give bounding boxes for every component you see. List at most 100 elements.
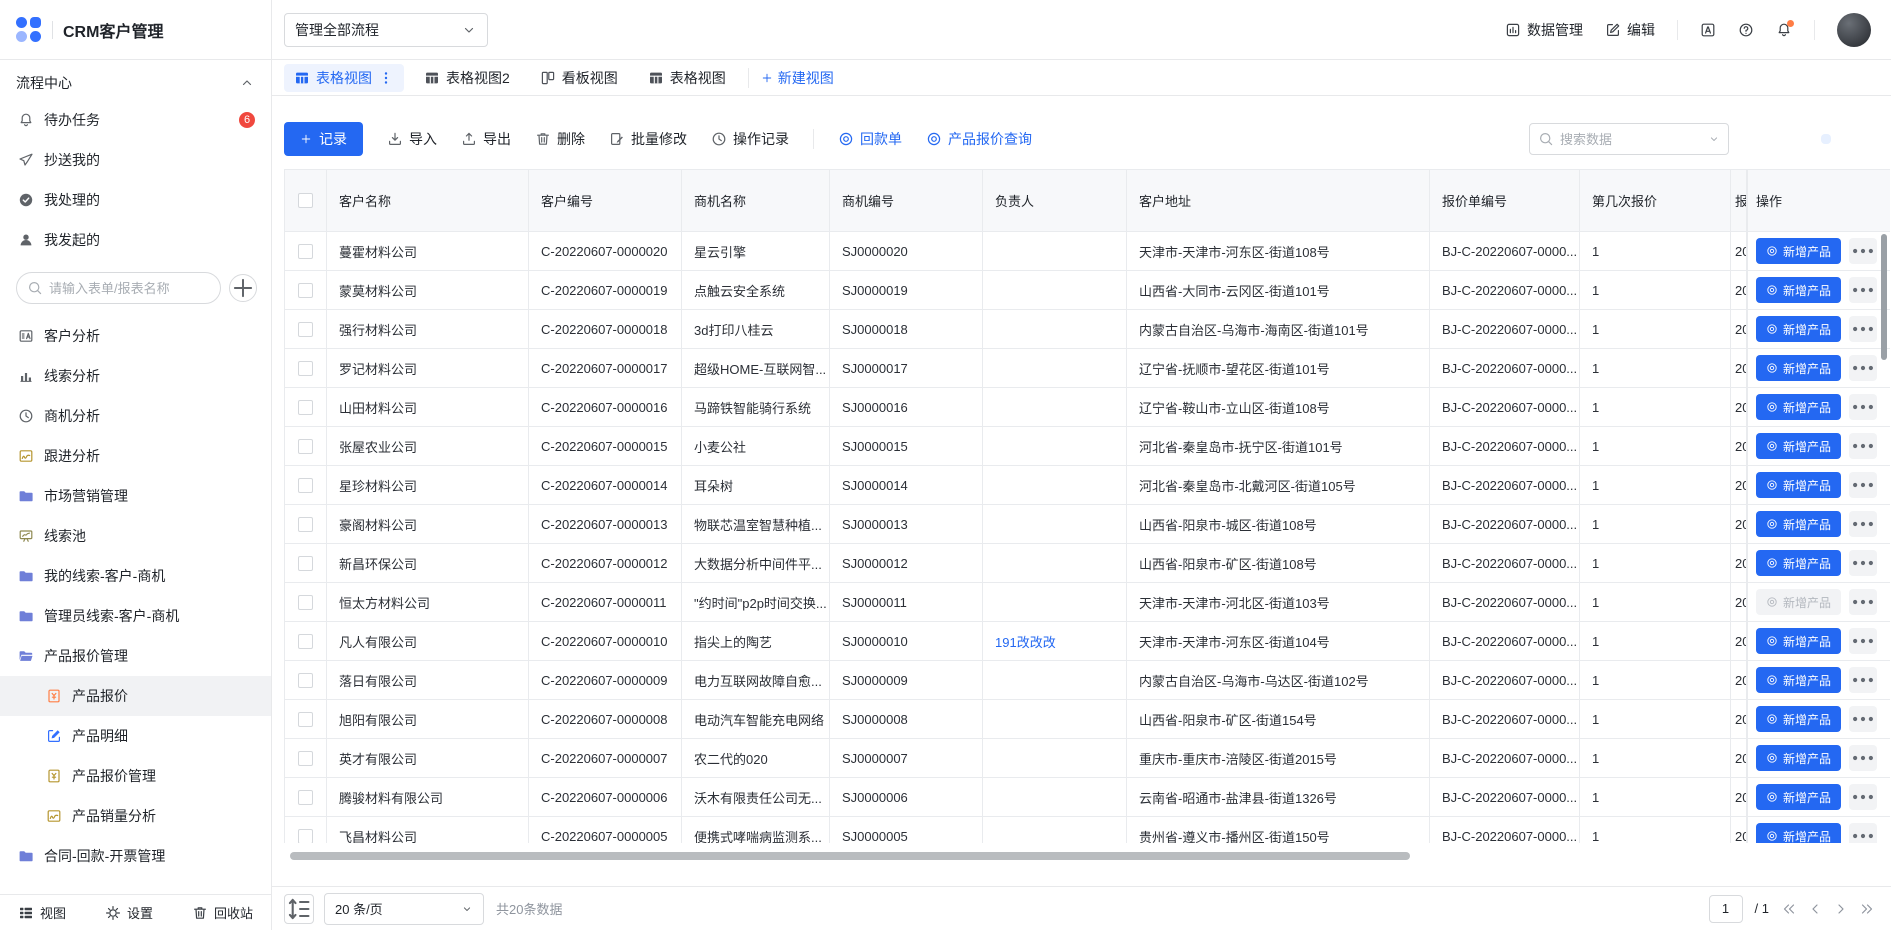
toolbar-upload-button[interactable]: 导出 bbox=[461, 129, 511, 149]
row-checkbox[interactable] bbox=[298, 673, 313, 688]
table-search[interactable] bbox=[1529, 123, 1729, 155]
new-record-button[interactable]: 记录 bbox=[284, 122, 363, 156]
fullscreen-icon[interactable] bbox=[1869, 134, 1879, 144]
toolbar-link-button[interactable]: 产品报价查询 bbox=[926, 129, 1032, 149]
add-product-button[interactable]: 新增产品 bbox=[1756, 511, 1841, 537]
chevron-up-icon[interactable] bbox=[239, 75, 255, 91]
row-checkbox[interactable] bbox=[298, 322, 313, 337]
row-checkbox[interactable] bbox=[298, 751, 313, 766]
toolbar-clock-button[interactable]: 操作记录 bbox=[711, 129, 789, 149]
row-checkbox[interactable] bbox=[298, 634, 313, 649]
row-more-button[interactable] bbox=[1849, 238, 1877, 264]
horizontal-scrollbar[interactable] bbox=[290, 852, 1410, 860]
sidebar-item[interactable]: 合同-回款-开票管理 bbox=[0, 836, 271, 876]
row-more-button[interactable] bbox=[1849, 784, 1877, 810]
row-checkbox[interactable] bbox=[298, 556, 313, 571]
footer-gear[interactable]: 设置 bbox=[105, 903, 153, 922]
next-page-button[interactable] bbox=[1833, 901, 1849, 917]
visibility-icon[interactable] bbox=[1821, 134, 1831, 144]
footer-views[interactable]: 视图 bbox=[18, 903, 66, 922]
sidebar-item[interactable]: 我的线索-客户-商机 bbox=[0, 556, 271, 596]
sidebar-item[interactable]: 待办任务6 bbox=[0, 100, 271, 140]
row-more-button[interactable] bbox=[1849, 745, 1877, 771]
view-tab[interactable]: 看板视图 bbox=[530, 64, 628, 92]
edit-button[interactable]: 编辑 bbox=[1605, 20, 1655, 40]
sidebar-item[interactable]: 产品销量分析 bbox=[0, 796, 271, 836]
add-product-button[interactable]: 新增产品 bbox=[1756, 784, 1841, 810]
add-product-button[interactable]: 新增产品 bbox=[1756, 667, 1841, 693]
row-checkbox[interactable] bbox=[298, 439, 313, 454]
add-product-button[interactable]: 新增产品 bbox=[1756, 472, 1841, 498]
last-page-button[interactable] bbox=[1859, 901, 1875, 917]
toolbar-link-button[interactable]: 回款单 bbox=[838, 129, 902, 149]
filter-icon[interactable] bbox=[1749, 134, 1759, 144]
row-more-button[interactable] bbox=[1849, 355, 1877, 381]
row-more-button[interactable] bbox=[1849, 316, 1877, 342]
row-checkbox[interactable] bbox=[298, 790, 313, 805]
row-checkbox[interactable] bbox=[298, 400, 313, 415]
row-more-button[interactable] bbox=[1849, 433, 1877, 459]
add-product-button[interactable]: 新增产品 bbox=[1756, 628, 1841, 654]
row-more-button[interactable] bbox=[1849, 706, 1877, 732]
add-product-button[interactable]: 新增产品 bbox=[1756, 433, 1841, 459]
row-checkbox[interactable] bbox=[298, 712, 313, 727]
new-view-button[interactable]: 新建视图 bbox=[761, 68, 834, 88]
add-product-button[interactable]: 新增产品 bbox=[1756, 277, 1841, 303]
row-more-button[interactable] bbox=[1849, 277, 1877, 303]
row-checkbox[interactable] bbox=[298, 517, 313, 532]
add-product-button[interactable]: 新增产品 bbox=[1756, 823, 1841, 843]
row-more-button[interactable] bbox=[1849, 472, 1877, 498]
sidebar-item[interactable]: 产品报价管理 bbox=[0, 636, 271, 676]
page-size-select[interactable]: 20 条/页 bbox=[324, 893, 484, 925]
add-product-button[interactable]: 新增产品 bbox=[1756, 589, 1841, 615]
add-form-button[interactable] bbox=[229, 274, 257, 302]
sidebar-item[interactable]: 我处理的 bbox=[0, 180, 271, 220]
sidebar-item[interactable]: 商机分析 bbox=[0, 396, 271, 436]
table-search-input[interactable] bbox=[1560, 132, 1702, 147]
notification-bell-icon[interactable] bbox=[1776, 22, 1792, 38]
owner-link[interactable]: 191改改改 bbox=[983, 622, 1127, 661]
sidebar-item[interactable]: 管理员线索-客户-商机 bbox=[0, 596, 271, 636]
user-avatar[interactable] bbox=[1837, 13, 1871, 47]
row-more-button[interactable] bbox=[1849, 550, 1877, 576]
sidebar-item[interactable]: 产品报价 bbox=[0, 676, 271, 716]
sidebar-item[interactable]: 产品报价管理 bbox=[0, 756, 271, 796]
sidebar-search-input[interactable] bbox=[49, 281, 210, 296]
row-checkbox[interactable] bbox=[298, 478, 313, 493]
sidebar-item[interactable]: 我发起的 bbox=[0, 220, 271, 260]
row-checkbox[interactable] bbox=[298, 361, 313, 376]
add-product-button[interactable]: 新增产品 bbox=[1756, 550, 1841, 576]
add-product-button[interactable]: 新增产品 bbox=[1756, 745, 1841, 771]
view-tab[interactable]: 表格视图2 bbox=[414, 64, 520, 92]
prev-page-button[interactable] bbox=[1807, 901, 1823, 917]
sidebar-item[interactable]: 市场营销管理 bbox=[0, 476, 271, 516]
footer-trash[interactable]: 回收站 bbox=[192, 903, 253, 922]
sidebar-item[interactable]: 客户分析 bbox=[0, 316, 271, 356]
row-more-button[interactable] bbox=[1849, 667, 1877, 693]
row-checkbox[interactable] bbox=[298, 283, 313, 298]
sidebar-search[interactable] bbox=[16, 272, 221, 304]
flow-select[interactable]: 管理全部流程 bbox=[284, 13, 488, 47]
select-all-checkbox[interactable] bbox=[298, 193, 313, 208]
sidebar-item[interactable]: 产品明细 bbox=[0, 716, 271, 756]
add-product-button[interactable]: 新增产品 bbox=[1756, 355, 1841, 381]
view-tab[interactable]: 表格视图 bbox=[284, 64, 404, 92]
data-manage-button[interactable]: 数据管理 bbox=[1505, 20, 1583, 40]
sidebar-item[interactable]: 线索分析 bbox=[0, 356, 271, 396]
display-settings-icon[interactable] bbox=[1773, 134, 1783, 144]
help-icon[interactable] bbox=[1738, 22, 1754, 38]
add-product-button[interactable]: 新增产品 bbox=[1756, 706, 1841, 732]
row-more-button[interactable] bbox=[1849, 823, 1877, 843]
sidebar-item[interactable]: 跟进分析 bbox=[0, 436, 271, 476]
section-process-center[interactable]: 流程中心 bbox=[0, 66, 271, 100]
row-more-button[interactable] bbox=[1849, 394, 1877, 420]
toolbar-trash-button[interactable]: 删除 bbox=[535, 129, 585, 149]
row-more-button[interactable] bbox=[1849, 589, 1877, 615]
row-checkbox[interactable] bbox=[298, 595, 313, 610]
row-more-button[interactable] bbox=[1849, 628, 1877, 654]
row-height-button[interactable] bbox=[284, 894, 314, 924]
add-product-button[interactable]: 新增产品 bbox=[1756, 316, 1841, 342]
sidebar-item[interactable]: 线索池 bbox=[0, 516, 271, 556]
page-input[interactable]: 1 bbox=[1709, 895, 1743, 923]
toolbar-download-button[interactable]: 导入 bbox=[387, 129, 437, 149]
